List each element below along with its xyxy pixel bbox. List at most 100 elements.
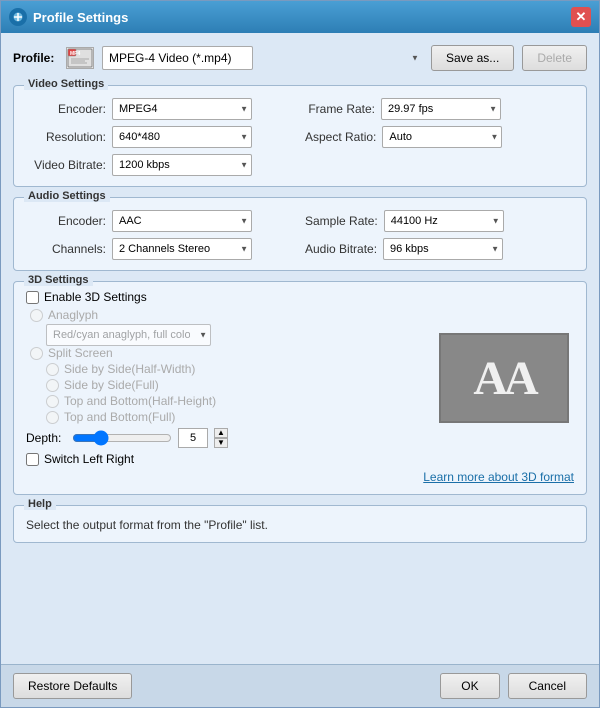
profile-settings-window: Profile Settings ✕ Profile: MP4 MPEG-4 V… [0, 0, 600, 708]
split-option-1-row: Side by Side(Half-Width) [46, 362, 424, 376]
channels-select[interactable]: 2 Channels Stereo [112, 238, 252, 260]
video-bitrate-select[interactable]: 1200 kbps [112, 154, 252, 176]
3d-left-panel: Enable 3D Settings Anaglyph Red/cyan ana… [26, 290, 424, 466]
learn-more-link[interactable]: Learn more about 3D format [423, 470, 574, 484]
encoder-row: Encoder: MPEG4 [26, 98, 295, 120]
profile-select[interactable]: MPEG-4 Video (*.mp4) [102, 46, 253, 70]
footer: Restore Defaults OK Cancel [1, 664, 599, 707]
anaglyph-option-row: Red/cyan anaglyph, full color [46, 324, 424, 346]
encoder-select[interactable]: MPEG4 [112, 98, 252, 120]
resolution-label: Resolution: [26, 130, 106, 144]
video-bitrate-row: Video Bitrate: 1200 kbps [26, 154, 295, 176]
channels-row: Channels: 2 Channels Stereo [26, 238, 295, 260]
split-option-2-row: Side by Side(Full) [46, 378, 424, 392]
resolution-select-wrapper: 640*480 [112, 126, 252, 148]
split-option-4-label: Top and Bottom(Full) [64, 410, 175, 424]
split-option-4-radio[interactable] [46, 411, 59, 424]
audio-bitrate-row: Audio Bitrate: 96 kbps [305, 238, 574, 260]
video-settings-grid: Encoder: MPEG4 Frame Rate: 29.97 fps [26, 98, 574, 176]
audio-bitrate-label: Audio Bitrate: [305, 242, 377, 256]
main-content: Profile: MP4 MPEG-4 Video (*.mp4) Save a… [1, 33, 599, 664]
aspect-ratio-select-wrapper: Auto [382, 126, 502, 148]
enable-3d-checkbox[interactable] [26, 291, 39, 304]
audio-settings-section: Audio Settings Encoder: AAC Sample Rate:… [13, 197, 587, 271]
help-text: Select the output format from the "Profi… [26, 518, 574, 532]
window-icon [9, 8, 27, 26]
close-button[interactable]: ✕ [571, 7, 591, 27]
split-screen-radio[interactable] [30, 347, 43, 360]
channels-select-wrapper: 2 Channels Stereo [112, 238, 252, 260]
audio-bitrate-select-wrapper: 96 kbps [383, 238, 503, 260]
help-title: Help [24, 498, 56, 510]
encoder-label: Encoder: [26, 102, 106, 116]
resolution-row: Resolution: 640*480 [26, 126, 295, 148]
title-bar: Profile Settings ✕ [1, 1, 599, 33]
depth-spinner: ▲ ▼ [214, 428, 228, 448]
split-option-3-row: Top and Bottom(Half-Height) [46, 394, 424, 408]
framerate-select-wrapper: 29.97 fps [381, 98, 501, 120]
sample-rate-select-wrapper: 44100 Hz [384, 210, 504, 232]
switch-left-right-checkbox[interactable] [26, 453, 39, 466]
depth-down-button[interactable]: ▼ [214, 438, 228, 448]
video-settings-title: Video Settings [24, 78, 108, 90]
ok-button[interactable]: OK [440, 673, 499, 699]
aspect-ratio-row: Aspect Ratio: Auto [305, 126, 574, 148]
anaglyph-option-select[interactable]: Red/cyan anaglyph, full color [46, 324, 211, 346]
split-screen-label: Split Screen [48, 346, 113, 360]
anaglyph-radio[interactable] [30, 309, 43, 322]
split-option-1-label: Side by Side(Half-Width) [64, 362, 195, 376]
help-section: Help Select the output format from the "… [13, 505, 587, 543]
window-title: Profile Settings [33, 10, 571, 25]
split-screen-options: Side by Side(Half-Width) Side by Side(Fu… [26, 362, 424, 424]
audio-encoder-select-wrapper: AAC [112, 210, 252, 232]
sample-rate-row: Sample Rate: 44100 Hz [305, 210, 574, 232]
video-bitrate-select-wrapper: 1200 kbps [112, 154, 252, 176]
cancel-button[interactable]: Cancel [508, 673, 587, 699]
delete-button[interactable]: Delete [522, 45, 587, 71]
aspect-ratio-label: Aspect Ratio: [305, 130, 376, 144]
audio-settings-title: Audio Settings [24, 190, 110, 202]
audio-settings-grid: Encoder: AAC Sample Rate: 44100 Hz [26, 210, 574, 260]
split-option-2-label: Side by Side(Full) [64, 378, 159, 392]
anaglyph-option-wrapper: Red/cyan anaglyph, full color [46, 324, 211, 346]
depth-slider[interactable] [72, 430, 172, 446]
audio-bitrate-select[interactable]: 96 kbps [383, 238, 503, 260]
framerate-row: Frame Rate: 29.97 fps [305, 98, 574, 120]
depth-label: Depth: [26, 431, 66, 445]
encoder-select-wrapper: MPEG4 [112, 98, 252, 120]
framerate-select[interactable]: 29.97 fps [381, 98, 501, 120]
3d-settings-title: 3D Settings [24, 274, 93, 286]
3d-preview-panel: AA [434, 290, 574, 466]
3d-preview: AA [439, 333, 569, 423]
split-screen-row: Split Screen [30, 346, 424, 360]
depth-input[interactable] [178, 428, 208, 448]
split-option-1-radio[interactable] [46, 363, 59, 376]
learn-more-row: Learn more about 3D format [26, 470, 574, 484]
switch-left-right-row: Switch Left Right [26, 452, 424, 466]
audio-encoder-row: Encoder: AAC [26, 210, 295, 232]
audio-encoder-label: Encoder: [26, 214, 106, 228]
restore-defaults-button[interactable]: Restore Defaults [13, 673, 132, 699]
svg-text:MP4: MP4 [70, 51, 81, 57]
save-as-button[interactable]: Save as... [431, 45, 514, 71]
sample-rate-label: Sample Rate: [305, 214, 378, 228]
profile-select-wrapper: MPEG-4 Video (*.mp4) [102, 46, 423, 70]
aspect-ratio-select[interactable]: Auto [382, 126, 502, 148]
audio-encoder-select[interactable]: AAC [112, 210, 252, 232]
enable-3d-label: Enable 3D Settings [44, 290, 147, 304]
depth-row: Depth: ▲ ▼ [26, 428, 424, 448]
depth-up-button[interactable]: ▲ [214, 428, 228, 438]
profile-row: Profile: MP4 MPEG-4 Video (*.mp4) Save a… [13, 41, 587, 75]
footer-right-buttons: OK Cancel [440, 673, 587, 699]
profile-label: Profile: [13, 51, 58, 65]
framerate-label: Frame Rate: [305, 102, 375, 116]
sample-rate-select[interactable]: 44100 Hz [384, 210, 504, 232]
resolution-select[interactable]: 640*480 [112, 126, 252, 148]
3d-preview-text: AA [473, 351, 534, 406]
split-option-3-label: Top and Bottom(Half-Height) [64, 394, 216, 408]
video-settings-section: Video Settings Encoder: MPEG4 Frame Rate… [13, 85, 587, 187]
split-option-2-radio[interactable] [46, 379, 59, 392]
split-option-3-radio[interactable] [46, 395, 59, 408]
split-option-4-row: Top and Bottom(Full) [46, 410, 424, 424]
enable-3d-row: Enable 3D Settings [26, 290, 424, 304]
